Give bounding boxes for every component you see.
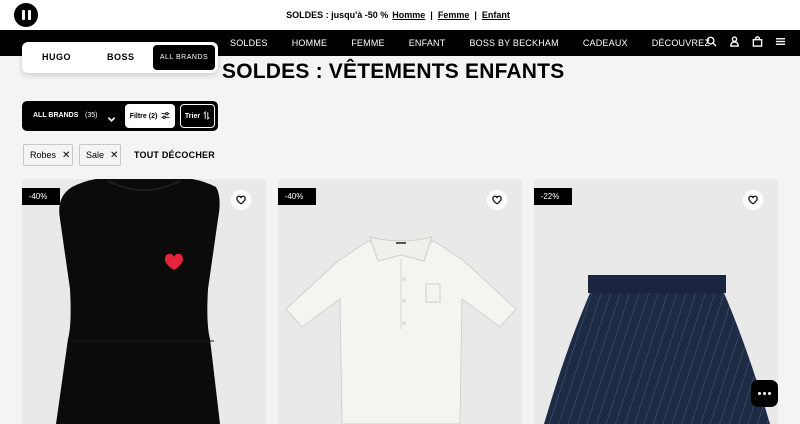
product-image-navy-skirt	[544, 275, 770, 424]
pause-icon-bar-left	[21, 10, 25, 20]
search-icon[interactable]	[706, 34, 717, 52]
filter-bar: ALL BRANDS (35) Filtre (2) Trier	[22, 101, 218, 131]
product-image-black-dress	[56, 179, 220, 424]
pause-icon-bar-right	[27, 10, 31, 20]
promo-bar: SOLDES : jusqu'à -50 % Homme | Femme | E…	[0, 0, 800, 30]
chip-label: Sale	[86, 150, 105, 160]
nav-icons	[706, 30, 786, 56]
sort-button-label: Trier	[184, 112, 201, 120]
promo-link-femme[interactable]: Femme	[438, 10, 470, 20]
product-card[interactable]: -40%	[22, 179, 266, 424]
filter-button[interactable]: Filtre (2)	[125, 104, 175, 128]
chat-dot	[768, 392, 771, 395]
promo-separator: |	[474, 10, 477, 20]
nav-item-cadeaux[interactable]: CADEAUX	[583, 38, 628, 48]
brand-switcher: HUGO BOSS ALL BRANDS	[22, 42, 218, 73]
pause-button[interactable]	[14, 3, 38, 27]
filter-button-label: Filtre (2)	[129, 112, 158, 120]
nav-menu: SOLDES HOMME FEMME ENFANT BOSS BY BECKHA…	[230, 30, 734, 56]
nav-item-enfant[interactable]: ENFANT	[409, 38, 446, 48]
filter-chip-sale[interactable]: Sale ✕	[79, 144, 121, 166]
wishlist-heart-icon[interactable]	[231, 190, 251, 210]
promo-text: SOLDES : jusqu'à -50 %	[286, 10, 389, 20]
discount-badge: -22%	[534, 188, 572, 205]
chip-label: Robes	[30, 150, 57, 160]
close-icon[interactable]: ✕	[62, 150, 70, 161]
clear-all-filters-button[interactable]: TOUT DÉCOCHER	[134, 150, 215, 160]
close-icon[interactable]: ✕	[110, 150, 118, 161]
chat-dot	[763, 392, 766, 395]
discount-badge: -40%	[278, 188, 316, 205]
brand-all[interactable]: ALL BRANDS	[153, 45, 215, 70]
wishlist-heart-icon[interactable]	[743, 190, 763, 210]
nav-item-femme[interactable]: FEMME	[351, 38, 385, 48]
promo-link-homme[interactable]: Homme	[392, 10, 425, 20]
account-icon[interactable]	[729, 34, 740, 52]
brand-hugo[interactable]: HUGO	[42, 52, 71, 62]
product-card[interactable]: -40%	[278, 179, 522, 424]
brand-boss[interactable]: BOSS	[107, 52, 135, 62]
product-count: (35)	[85, 112, 98, 119]
menu-icon[interactable]	[775, 34, 786, 52]
product-image-white-polo	[285, 236, 517, 424]
promo-link-enfant[interactable]: Enfant	[482, 10, 510, 20]
bag-icon[interactable]	[752, 34, 763, 52]
nav-item-decouvrez[interactable]: DÉCOUVREZ	[652, 38, 710, 48]
filter-chip-robes[interactable]: Robes ✕	[23, 144, 73, 166]
sort-arrows-icon	[203, 110, 210, 122]
discount-badge: -40%	[22, 188, 60, 205]
product-card[interactable]: -22%	[534, 179, 778, 424]
all-brands-dropdown-label[interactable]: ALL BRANDS	[33, 112, 78, 119]
nav-item-boss-by-beckham[interactable]: BOSS BY BECKHAM	[469, 38, 558, 48]
wishlist-heart-icon[interactable]	[487, 190, 507, 210]
chat-button[interactable]	[751, 380, 778, 407]
nav-item-homme[interactable]: HOMME	[292, 38, 328, 48]
nav-item-soldes[interactable]: SOLDES	[230, 38, 268, 48]
promo-separator: |	[430, 10, 433, 20]
chevron-down-icon[interactable]	[107, 111, 116, 129]
sort-button[interactable]: Trier	[180, 104, 215, 128]
page-title: SOLDES : VÊTEMENTS ENFANTS	[222, 60, 565, 83]
sliders-icon	[161, 111, 170, 122]
chat-dot	[758, 392, 761, 395]
